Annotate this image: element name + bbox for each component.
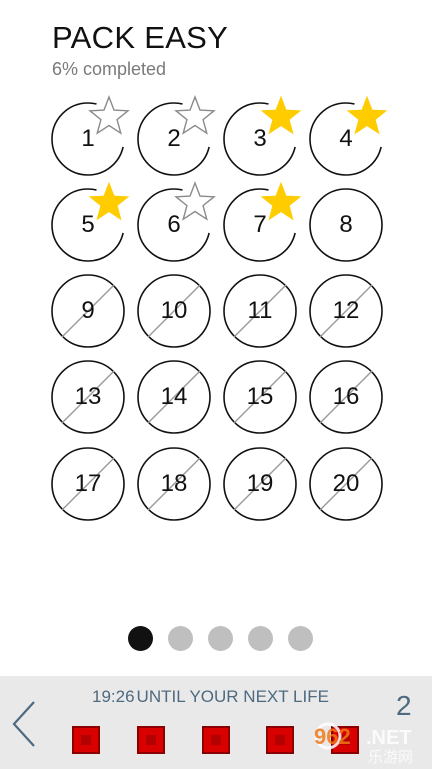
level-16-button[interactable]: 16 bbox=[308, 359, 384, 435]
level-20-button[interactable]: 20 bbox=[308, 446, 384, 522]
timer-caption: UNTIL YOUR NEXT LIFE bbox=[136, 687, 329, 706]
pack-title: PACK EASY bbox=[52, 20, 229, 55]
level-13-button[interactable]: 13 bbox=[50, 359, 126, 435]
star-outline-icon bbox=[174, 95, 216, 135]
level-11-button[interactable]: 11 bbox=[222, 273, 298, 349]
level-1-button[interactable]: 1 bbox=[50, 95, 130, 177]
page-dot-2[interactable] bbox=[168, 626, 193, 651]
level-6-button[interactable]: 6 bbox=[136, 181, 216, 263]
level-2-button[interactable]: 2 bbox=[136, 95, 216, 177]
page-indicator bbox=[128, 626, 313, 651]
life-icon bbox=[266, 726, 294, 754]
level-number: 15 bbox=[246, 383, 274, 410]
level-number: 17 bbox=[74, 470, 102, 497]
level-4-button[interactable]: 4 bbox=[308, 95, 388, 177]
level-9-button[interactable]: 9 bbox=[50, 273, 126, 349]
svg-text:962: 962 bbox=[314, 724, 351, 749]
level-number: 8 bbox=[339, 211, 353, 238]
level-10-button[interactable]: 10 bbox=[136, 273, 212, 349]
level-12-button[interactable]: 12 bbox=[308, 273, 384, 349]
level-number: 20 bbox=[332, 470, 360, 497]
life-icon bbox=[137, 726, 165, 754]
life-icon bbox=[72, 726, 100, 754]
level-number: 10 bbox=[160, 297, 188, 324]
star-outline-icon bbox=[88, 95, 130, 135]
watermark-logo: 962 .NET 乐游网 bbox=[314, 722, 413, 766]
level-3-button[interactable]: 3 bbox=[222, 95, 302, 177]
page-dot-4[interactable] bbox=[248, 626, 273, 651]
level-14-button[interactable]: 14 bbox=[136, 359, 212, 435]
header: PACK EASY 6% completed bbox=[52, 22, 228, 80]
level-18-button[interactable]: 18 bbox=[136, 446, 212, 522]
level-8-button[interactable]: 8 bbox=[308, 187, 384, 263]
svg-text:乐游网: 乐游网 bbox=[368, 748, 413, 766]
svg-text:.NET: .NET bbox=[366, 727, 412, 749]
level-5-button[interactable]: 5 bbox=[50, 181, 130, 263]
level-number: 16 bbox=[332, 383, 360, 410]
level-number: 12 bbox=[332, 297, 360, 324]
level-number: 9 bbox=[81, 297, 95, 324]
star-outline-icon bbox=[174, 181, 216, 221]
level-17-button[interactable]: 17 bbox=[50, 446, 126, 522]
star-filled-icon bbox=[260, 95, 302, 135]
page-dot-5[interactable] bbox=[288, 626, 313, 651]
page-dot-3[interactable] bbox=[208, 626, 233, 651]
level-number: 13 bbox=[74, 383, 102, 410]
star-filled-icon bbox=[88, 181, 130, 221]
level-19-button[interactable]: 19 bbox=[222, 446, 298, 522]
back-arrow-icon[interactable] bbox=[6, 696, 42, 752]
level-number: 18 bbox=[160, 470, 188, 497]
level-number: 14 bbox=[160, 383, 188, 410]
star-filled-icon bbox=[346, 95, 388, 135]
star-filled-icon bbox=[260, 181, 302, 221]
life-icon bbox=[202, 726, 230, 754]
level-15-button[interactable]: 15 bbox=[222, 359, 298, 435]
next-life-timer: 19:26 UNTIL YOUR NEXT LIFE bbox=[92, 687, 331, 707]
timer-value: 19:26 bbox=[92, 687, 135, 706]
level-7-button[interactable]: 7 bbox=[222, 181, 302, 263]
level-number: 11 bbox=[247, 297, 273, 324]
page-dot-1[interactable] bbox=[128, 626, 153, 651]
pack-progress: 6% completed bbox=[52, 59, 167, 79]
level-number: 19 bbox=[246, 470, 274, 497]
